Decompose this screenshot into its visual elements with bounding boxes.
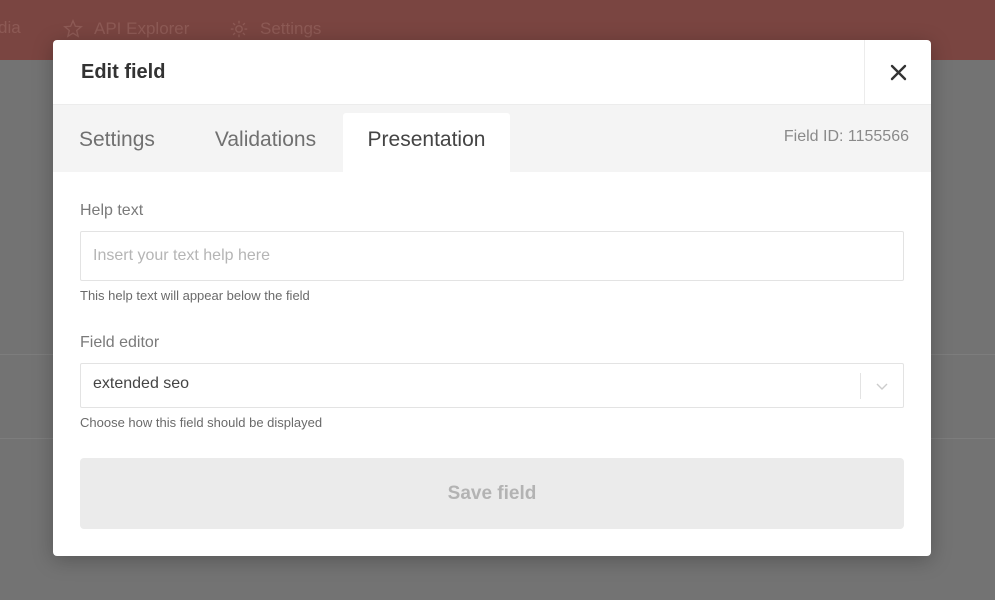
field-id: Field ID: 1155566 <box>783 128 909 145</box>
close-icon[interactable] <box>890 64 907 81</box>
field-editor-value: extended seo <box>93 375 190 392</box>
gear-icon <box>230 20 248 38</box>
tab-settings[interactable]: Settings <box>53 113 188 172</box>
help-text-label: Help text <box>80 202 144 219</box>
chevron-down-icon[interactable] <box>875 380 889 392</box>
star-icon <box>62 19 84 38</box>
tabs-bar: Settings Validations Presentation Field … <box>53 105 931 172</box>
select-separator <box>860 373 861 399</box>
field-editor-select[interactable]: extended seo <box>80 363 904 408</box>
field-editor-hint: Choose how this field should be displaye… <box>80 415 323 430</box>
help-text-input[interactable] <box>80 231 904 281</box>
edit-field-modal: Edit field Settings Validations Presenta… <box>53 40 931 556</box>
nav-settings: Settings <box>228 18 321 40</box>
nav-api-explorer: API Explorer <box>62 18 189 40</box>
nav-media-label: dia <box>0 18 21 37</box>
save-field-button[interactable]: Save field <box>80 458 904 529</box>
help-text-hint: This help text will appear below the fie… <box>80 288 310 303</box>
modal-header: Edit field <box>53 40 931 105</box>
field-editor-label: Field editor <box>80 334 160 351</box>
modal-title: Edit field <box>81 61 166 83</box>
nav-settings-label: Settings <box>260 19 322 38</box>
tab-validations[interactable]: Validations <box>188 113 343 172</box>
close-button[interactable] <box>864 40 931 105</box>
nav-media: dia <box>0 18 21 38</box>
tab-presentation[interactable]: Presentation <box>343 113 510 172</box>
nav-api-label: API Explorer <box>94 19 190 38</box>
